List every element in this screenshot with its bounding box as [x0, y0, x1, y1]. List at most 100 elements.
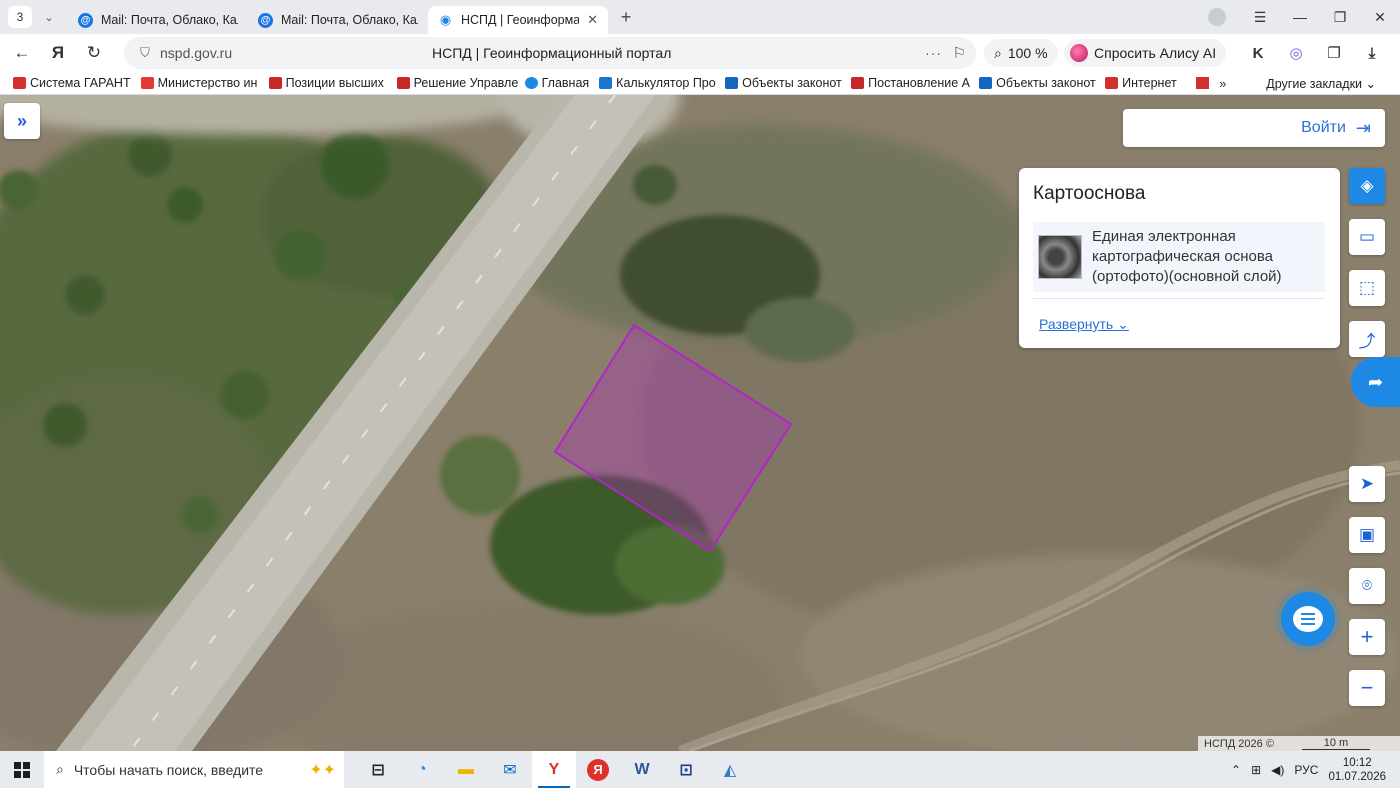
bookmark-item[interactable]: Решение Управле [392, 76, 520, 90]
downloads-icon[interactable]: ⤓ [1358, 39, 1386, 67]
file-explorer-icon[interactable]: ▬ [444, 751, 488, 788]
url-text: nspd.gov.ru [160, 45, 233, 61]
bookmark-icon[interactable]: ⚐ [953, 44, 966, 62]
mail-icon: @ [258, 12, 273, 28]
bookmark-item[interactable]: Главная [520, 76, 595, 90]
close-tab-icon[interactable]: ✕ [587, 12, 598, 28]
yandex-icon[interactable]: Я [576, 751, 620, 788]
minimap-tool-button[interactable]: ▣ [1349, 517, 1385, 553]
collections-icon[interactable]: ❐ [1320, 39, 1348, 67]
map-viewport[interactable]: » Войти ⇥ Картооснова Единая электронная… [0, 95, 1400, 751]
bookmark-item[interactable]: Интернет [1100, 76, 1192, 90]
bookmark-item[interactable]: Система ГАРАНТ [8, 76, 136, 90]
start-button[interactable] [0, 751, 44, 788]
layers-tool-button[interactable]: ◈ [1349, 168, 1385, 204]
location-pin-tool-button[interactable]: ⌾ [1349, 568, 1385, 604]
ask-alice-button[interactable]: Спросить Алису AI [1064, 39, 1227, 67]
volume-icon[interactable]: ◀) [1271, 763, 1284, 777]
tab-title: Mail: Почта, Облако, Кале [101, 13, 238, 27]
bookmark-favicon [851, 77, 865, 89]
browser-tab-nspd[interactable]: ◉ НСПД | Геоинформаци ✕ [428, 6, 608, 34]
omnibox[interactable]: ⛉ nspd.gov.ru НСПД | Геоинформационный п… [124, 37, 976, 69]
area-select-tool-button[interactable]: ⬚ [1349, 270, 1385, 306]
more-bookmarks-button[interactable]: » [1209, 76, 1236, 91]
locate-tool-button[interactable]: ➤ [1349, 466, 1385, 502]
more-dots-icon[interactable]: ··· [925, 45, 942, 61]
expand-link[interactable]: Развернуть ⌄ [1039, 316, 1129, 333]
task-view-icon[interactable]: ⊟ [356, 751, 400, 788]
kaspersky-icon[interactable]: K [1244, 39, 1272, 67]
new-tab-button[interactable]: + [614, 5, 638, 29]
login-label: Войти [1301, 119, 1346, 136]
bookmark-favicon [13, 77, 26, 89]
bookmark-favicon [599, 77, 613, 89]
tab-list-chevron-icon[interactable]: ⌄ [36, 4, 62, 30]
layer-thumbnail [1038, 235, 1082, 279]
mail-icon: @ [78, 12, 93, 28]
tab-title: Mail: Почта, Облако, Кале [281, 13, 418, 27]
restore-icon[interactable]: ❐ [1320, 0, 1360, 34]
browser-tab-strip: 3 ⌄ @ Mail: Почта, Облако, Кале @ Mail: … [0, 0, 1400, 34]
ruler-tool-button[interactable]: ▭ [1349, 219, 1385, 255]
bookmark-favicon [979, 77, 993, 89]
close-window-icon[interactable]: ✕ [1360, 0, 1400, 34]
photos-icon[interactable]: ◭ [708, 751, 752, 788]
profile-avatar[interactable] [1208, 8, 1226, 26]
bookmark-item[interactable]: Министерство ин [136, 76, 264, 90]
bookmark-favicon[interactable] [1196, 77, 1210, 89]
bookmark-item[interactable]: Позиции высших [264, 76, 392, 90]
browser-tab-mail-1[interactable]: @ Mail: Почта, Облако, Кале [68, 6, 248, 34]
minimize-icon[interactable]: — [1280, 0, 1320, 34]
omnibox-page-title: НСПД | Геоинформационный портал [432, 45, 672, 61]
reload-button[interactable]: ↻ [76, 37, 112, 69]
bookmark-favicon [725, 77, 739, 89]
system-tray: ⌃ ⊞ ◀) РУС 10:12 01.07.2026 [1231, 751, 1400, 788]
chat-bubble-icon [1293, 606, 1323, 632]
window-controls: ☰ — ❐ ✕ [1208, 0, 1400, 34]
lang-indicator[interactable]: РУС [1294, 763, 1318, 777]
bookmark-item[interactable]: Объекты законот [974, 76, 1100, 90]
scale-bar: НСПД 2026 © 10 m [1198, 736, 1400, 751]
bookmark-item[interactable]: Постановление А [846, 76, 974, 90]
edge-icon[interactable]: ◔ [400, 751, 444, 788]
browser-tab-mail-2[interactable]: @ Mail: Почта, Облако, Кале [248, 6, 428, 34]
clock[interactable]: 10:12 01.07.2026 [1328, 756, 1386, 784]
bookmark-item[interactable]: Калькулятор Про [594, 76, 720, 90]
basemap-title: Картооснова [1033, 183, 1146, 204]
other-bookmarks-folder[interactable]: Другие закладки ⌄ [1266, 76, 1376, 91]
yandex-home-button[interactable]: Я [40, 37, 76, 69]
windows-taskbar: ⌕ Чтобы начать поиск, введите ✦✦ ⊟ ◔ ▬ ✉… [0, 751, 1400, 788]
zoom-out-button[interactable]: − [1349, 670, 1385, 706]
network-icon[interactable]: ⊞ [1251, 763, 1261, 777]
zoom-button[interactable]: ⌕ 100 % [984, 39, 1058, 67]
extension-icon[interactable]: ◎ [1282, 39, 1310, 67]
word-icon[interactable]: W [620, 751, 664, 788]
tray-chevron-icon[interactable]: ⌃ [1231, 763, 1241, 777]
side-panel-tab[interactable]: ➦ [1351, 357, 1400, 407]
login-button[interactable]: Войти ⇥ [1123, 109, 1385, 147]
bookmarks-bar: Система ГАРАНТ Министерство ин Позиции в… [0, 72, 1400, 95]
divider [1033, 298, 1325, 299]
bookmark-favicon [524, 77, 538, 89]
zoom-in-button[interactable]: + [1349, 619, 1385, 655]
scale-distance: 10 m [1301, 737, 1370, 750]
basemap-layer-item[interactable]: Единая электронная картографическая осно… [1033, 222, 1325, 292]
bookmark-favicon [396, 77, 410, 89]
bookmark-favicon [268, 77, 282, 89]
app-icon[interactable]: ⊡ [664, 751, 708, 788]
browser-menu-icon[interactable]: ☰ [1240, 0, 1280, 34]
bookmark-item[interactable]: Объекты законот [720, 76, 846, 90]
tab-counter[interactable]: 3 [8, 6, 32, 28]
taskbar-search-input[interactable]: ⌕ Чтобы начать поиск, введите ✦✦ [44, 751, 344, 788]
expand-sidebar-button[interactable]: » [4, 103, 40, 139]
tab-title: НСПД | Геоинформаци [461, 13, 580, 27]
yandex-browser-icon[interactable]: Y [532, 751, 576, 788]
alice-icon [1070, 44, 1088, 62]
windows-logo-icon [14, 761, 30, 778]
chat-support-button[interactable] [1281, 592, 1335, 646]
back-button[interactable]: ← [4, 37, 40, 69]
share-tool-button[interactable]: ⤴ [1349, 321, 1385, 357]
search-icon: ⌕ [56, 761, 64, 777]
outlook-icon[interactable]: ✉ [488, 751, 532, 788]
shield-icon[interactable]: ⛉ [130, 45, 160, 61]
